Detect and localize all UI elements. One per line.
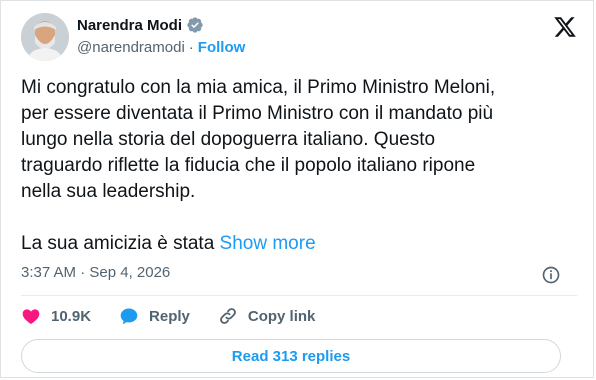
read-replies-button[interactable]: Read 313 replies xyxy=(21,339,561,373)
reply-bubble-icon xyxy=(120,308,138,325)
reply-label: Reply xyxy=(149,307,190,325)
tweet-header: Narendra Modi @narendramodi · Follow xyxy=(21,13,577,61)
author-name[interactable]: Narendra Modi xyxy=(77,17,182,34)
heart-icon xyxy=(22,309,40,324)
reply-button[interactable]: Reply xyxy=(119,306,190,326)
follow-button[interactable]: Follow xyxy=(198,39,246,56)
avatar[interactable] xyxy=(21,13,69,61)
author-name-row: Narendra Modi xyxy=(77,16,204,34)
avatar-image xyxy=(21,13,69,61)
tweet-card: Narendra Modi @narendramodi · Follow Mi … xyxy=(0,0,594,378)
author-handle[interactable]: @narendramodi xyxy=(77,39,185,56)
tweet-continuation: La sua amicizia è stata Show more xyxy=(21,231,316,257)
copy-link-button[interactable]: Copy link xyxy=(218,306,316,326)
continuation-text: La sua amicizia è stata xyxy=(21,233,220,254)
divider xyxy=(21,295,577,296)
show-more-link[interactable]: Show more xyxy=(220,233,316,254)
copy-link-label: Copy link xyxy=(247,307,316,325)
like-count: 10.9K xyxy=(51,307,92,325)
like-button[interactable]: 10.9K xyxy=(21,306,91,326)
tweet-timestamp[interactable]: 3:37 AM · Sep 4, 2026 xyxy=(21,264,170,281)
link-icon xyxy=(220,308,236,324)
x-logo-icon[interactable] xyxy=(553,15,577,39)
info-icon[interactable] xyxy=(541,265,561,285)
separator-dot: · xyxy=(188,39,194,56)
handle-row: @narendramodi · Follow xyxy=(77,39,245,56)
verified-badge-icon xyxy=(187,17,203,33)
tweet-text: Mi congratulo con la mia amica, il Primo… xyxy=(21,77,496,202)
action-bar: 10.9K Reply Copy link xyxy=(21,306,343,326)
